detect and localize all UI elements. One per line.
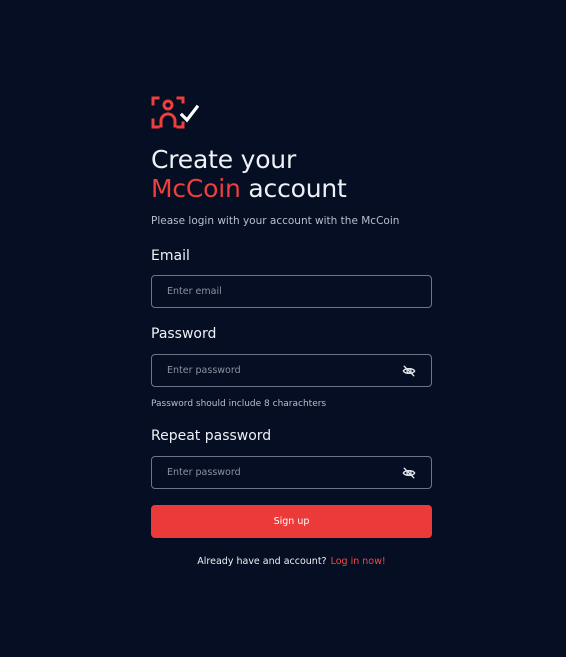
eye-off-icon[interactable] xyxy=(402,364,416,378)
password-field[interactable] xyxy=(152,355,382,386)
email-field-box xyxy=(151,275,432,308)
eye-off-icon[interactable] xyxy=(402,466,416,480)
password-label: Password xyxy=(151,326,217,342)
login-link[interactable]: Log in now! xyxy=(331,556,386,567)
password-field-box xyxy=(151,354,432,387)
title-line-2-rest: account xyxy=(240,174,347,203)
brand-name: McCoin xyxy=(151,174,241,203)
page-title: Create your McCoin account xyxy=(151,145,347,203)
email-label: Email xyxy=(151,248,190,264)
login-prompt: Already have and account? Log in now! xyxy=(151,556,432,567)
repeat-password-field[interactable] xyxy=(152,457,382,488)
title-line-1: Create your xyxy=(151,145,297,174)
email-field[interactable] xyxy=(152,276,382,307)
repeat-password-label: Repeat password xyxy=(151,428,272,444)
repeat-password-field-box xyxy=(151,456,432,489)
title-line-2: McCoin account xyxy=(151,174,347,203)
user-verify-icon xyxy=(151,96,199,129)
subtitle: Please login with your account with the … xyxy=(151,215,400,227)
sign-up-button[interactable]: Sign up xyxy=(151,505,432,538)
password-hint: Password should include 8 charachters xyxy=(151,399,327,409)
login-prompt-text: Already have and account? xyxy=(197,556,327,567)
